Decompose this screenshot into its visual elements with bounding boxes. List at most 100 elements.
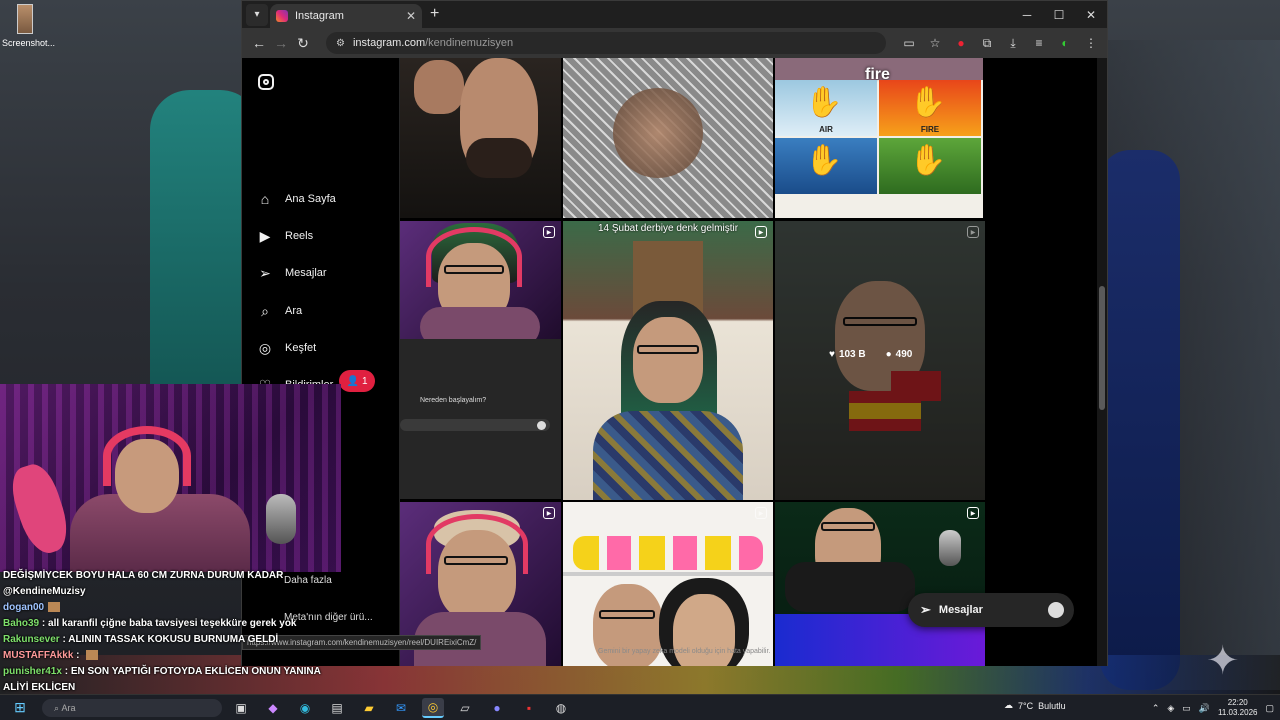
hand-icon: ✋ [805, 144, 843, 177]
send-icon[interactable] [537, 421, 546, 430]
weather-widget[interactable]: ☁ 7°C Bulutlu [1004, 700, 1066, 711]
comments-stat: ● 490 [886, 349, 913, 360]
prompt-input[interactable] [400, 419, 550, 431]
stream-chat: DEĞİŞMİYCEK BOYU HALA 60 CM ZURNA DURUM … [0, 568, 345, 712]
reel-thumbnail[interactable]: ▶ [563, 502, 773, 666]
close-tab-icon[interactable]: ✕ [406, 9, 416, 23]
desktop-icon-label: Screenshot... [2, 38, 56, 48]
hover-overlay [775, 221, 985, 500]
file-explorer-icon[interactable]: ▰ [358, 698, 380, 718]
app-icon[interactable]: ◍ [550, 698, 572, 718]
outlook-icon[interactable]: ✉ [390, 698, 412, 718]
sidebar-item-search[interactable]: ⌕ Ara [256, 302, 302, 320]
ai-prompt-panel: Nereden başlayalım? [400, 339, 561, 499]
more-menu-icon[interactable]: ⋮ [1081, 33, 1101, 53]
likes-count: 103 B [838, 349, 866, 360]
taskbar-apps: ▣ ◆ ◉ ▤ ▰ ✉ ◎ ▱ ● ▪ ◍ [230, 698, 572, 718]
taskbar-search[interactable]: ⌕ Ara [42, 699, 222, 717]
chat-message: punisher41x : EN SON YAPTIĞI FOTOYDA EKL… [3, 666, 321, 693]
discord-icon[interactable]: ● [486, 698, 508, 718]
tab-search-icon[interactable]: ▾ [246, 3, 268, 26]
sidebar-item-reels[interactable]: ▶ Reels [256, 227, 314, 245]
chrome-icon[interactable]: ◎ [422, 698, 444, 718]
media-control-icon[interactable]: ≡ [1029, 33, 1049, 53]
post-stats: ♥ 103 B ● 490 [829, 349, 912, 360]
page-scrollbar[interactable] [1097, 58, 1107, 666]
background-figure-right [1100, 150, 1180, 690]
notification-badge[interactable]: 👤 1 [339, 370, 375, 392]
post-thumbnail[interactable]: fire ✋ AIR ✋ FIRE ✋ ✋ [775, 58, 983, 218]
reel-thumbnail[interactable]: ▶ [775, 502, 985, 666]
reel-icon: ▶ [967, 507, 979, 519]
headphones-shape [426, 514, 528, 574]
tab-instagram[interactable]: Instagram ✕ [270, 4, 422, 28]
volume-icon[interactable]: 🔊 [1199, 703, 1210, 714]
site-info-icon[interactable]: ⚙ [336, 38, 345, 49]
chat-message: MUSTAFFAkkk : [0, 648, 345, 664]
instagram-logo-icon[interactable] [258, 74, 274, 90]
tab-title: Instagram [295, 10, 344, 22]
sidebar-item-messages[interactable]: ➢ Mesajlar [256, 264, 326, 282]
reel-thumbnail-hovered[interactable]: ♥ 103 B ● 490 ▶ [775, 221, 985, 500]
scrollbar-thumb[interactable] [1099, 286, 1105, 410]
bookmark-star-icon[interactable]: ☆ [925, 33, 945, 53]
start-icon[interactable]: ⊞ [0, 699, 40, 716]
patterned-shirt [593, 411, 743, 500]
tray-chevron-icon[interactable]: ⌃ [1152, 703, 1160, 714]
post-thumbnail[interactable] [400, 58, 561, 218]
task-view-icon[interactable]: ▣ [230, 698, 252, 718]
search-icon: ⌕ [54, 702, 62, 713]
network-icon[interactable]: ▭ [1182, 703, 1191, 714]
browser-window: ▾ Instagram ✕ + ─ ☐ ✕ ← → ↻ ⚙ instagram.… [241, 0, 1108, 666]
chat-user: punisher41x [3, 666, 62, 677]
desktop-icon-screenshot[interactable]: Screenshot... [2, 4, 55, 48]
minimize-icon[interactable]: ─ [1011, 1, 1043, 28]
emote-icon [86, 650, 99, 661]
edge-icon[interactable]: ◉ [294, 698, 316, 718]
maximize-icon[interactable]: ☐ [1043, 1, 1075, 28]
notes-icon[interactable]: ▱ [454, 698, 476, 718]
url-path: /kendinemuzisyen [425, 37, 514, 49]
microphone-shape [266, 494, 296, 544]
extension-red-icon[interactable]: ● [951, 33, 971, 53]
messages-icon: ➢ [920, 602, 931, 617]
sidebar-item-label: Reels [285, 230, 314, 242]
sidebar-item-explore[interactable]: ◎ Keşfet [256, 339, 316, 357]
messages-floating-button[interactable]: ➢ Mesajlar [908, 593, 1074, 627]
reel-icon: ▶ [755, 507, 767, 519]
person-face [414, 60, 464, 114]
back-icon[interactable]: ← [248, 35, 270, 51]
close-window-icon[interactable]: ✕ [1075, 1, 1107, 28]
tray-app-icon[interactable]: ◈ [1167, 703, 1174, 714]
shirt-shape [420, 307, 540, 339]
post-thumbnail[interactable] [563, 58, 773, 218]
forward-icon[interactable]: → [270, 35, 292, 51]
download-icon[interactable]: ⤓ [1003, 33, 1023, 53]
profile-icon[interactable]: ◐ [1055, 33, 1075, 53]
chat-user: dogan00 [3, 602, 45, 613]
new-tab-icon[interactable]: + [430, 5, 439, 23]
extensions-puzzle-icon[interactable]: ⧉ [977, 33, 997, 53]
obs-icon[interactable]: ▪ [518, 698, 540, 718]
jacket-shape [785, 562, 915, 612]
address-bar[interactable]: ⚙ instagram.com/kendinemuzisyen [326, 32, 886, 54]
chat-message: DEĞİŞMİYCEK BOYU HALA 60 CM ZURNA DURUM … [0, 568, 345, 600]
gemini-sparkle-icon: ✦ [1206, 639, 1240, 683]
reels-icon: ▶ [259, 227, 271, 244]
chat-user: Rakunsever [3, 634, 60, 645]
reload-icon[interactable]: ↻ [292, 35, 314, 52]
likes-stat: ♥ 103 B [829, 349, 866, 360]
store-icon[interactable]: ▤ [326, 698, 348, 718]
reel-thumbnail[interactable]: ▶ [400, 221, 561, 339]
copilot-icon[interactable]: ◆ [262, 698, 284, 718]
browser-toolbar: ← → ↻ ⚙ instagram.com/kendinemuzisyen ▭ … [242, 28, 1107, 58]
chat-text: ALININ TASSAK KOKUSU BURNUMA GELDİ [68, 634, 279, 645]
reel-thumbnail[interactable]: 14 Şubat derbiye denk gelmiştir ▶ [563, 221, 773, 500]
clock[interactable]: 22:20 11.03.2026 [1218, 698, 1257, 718]
comments-count: 490 [895, 349, 913, 360]
cast-icon[interactable]: ▭ [899, 33, 919, 53]
sidebar-item-home[interactable]: ⌂ Ana Sayfa [256, 190, 336, 208]
chat-message: dogan00 [0, 600, 345, 616]
notification-center-icon[interactable]: ▢ [1265, 703, 1274, 714]
reel-icon: ▶ [543, 226, 555, 238]
